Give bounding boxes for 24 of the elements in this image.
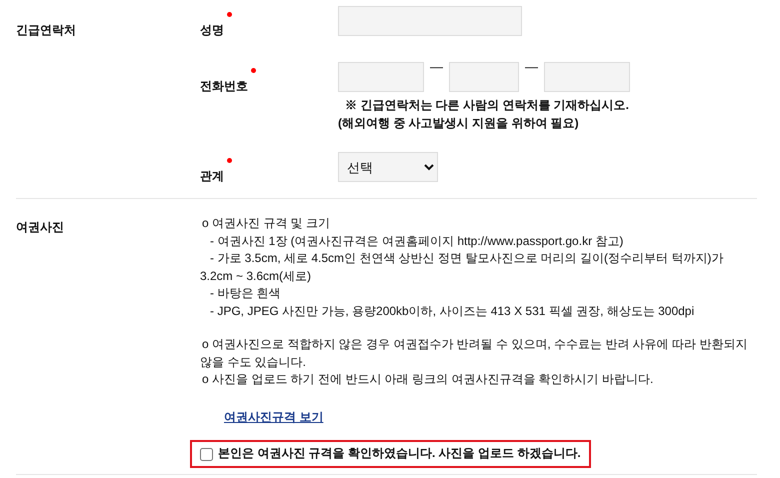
info-text: - 바탕은 흰색 (209, 285, 282, 302)
dash-separator: — (430, 62, 443, 72)
text-field[interactable] (338, 6, 522, 36)
field-label: 성명 (200, 23, 224, 37)
select-dropdown[interactable]: 선택 (338, 152, 438, 182)
section-label: 여권사진 (16, 220, 64, 234)
section-label: 긴급연락처 (16, 23, 76, 37)
spec-link[interactable]: 여권사진규격 보기 (224, 410, 324, 424)
text-field[interactable] (338, 62, 424, 92)
field-label: 관계 (200, 169, 224, 183)
info-text: o 여권사진으로 적합하지 않은 경우 여권접수가 반려될 수 있으며, 수수료는 반려 사유에 따라 반환되지 않을 수도 있습니다. (200, 336, 748, 370)
info-text: - 여권사진 1장 (여권사진규격은 여권홈페이지 http://www.passport.go.kr 참고) (209, 232, 624, 250)
info-text: o 여권사진 규격 및 크기 (201, 215, 332, 232)
consent-label: 본인은 여권사진 규격을 확인하였습니다. 사진을 업로드 하겠습니다. (218, 445, 581, 462)
consent-checkbox[interactable] (200, 448, 213, 460)
note-text: ※ 긴급연락처는 다른 사람의 연락처를 기재하십시오. (344, 97, 630, 114)
note-text: (해외여행 중 사고발생시 지원을 위하여 필요) (338, 115, 580, 132)
text-field[interactable] (544, 62, 630, 92)
text-field[interactable] (449, 62, 519, 92)
info-text: - JPG, JPEG 사진만 가능, 용량200kb이하, 사이즈는 413 X 531 픽셀 권장, 해상도는 300dpi (209, 302, 696, 320)
info-text: - 가로 3.5cm, 세로 4.5cm인 천연색 상반신 정면 탈모사진으로 머리의 길이(정수리부터 턱까지)가 3.2cm ~ 3.6cm(세로) (200, 250, 724, 284)
dash-separator: — (525, 62, 538, 72)
field-label: 전화번호 (200, 79, 248, 93)
info-text: o 사진을 업로드 하기 전에 반드시 아래 링크의 여권사진규격을 확인하시기 바랍니다. (201, 371, 654, 388)
